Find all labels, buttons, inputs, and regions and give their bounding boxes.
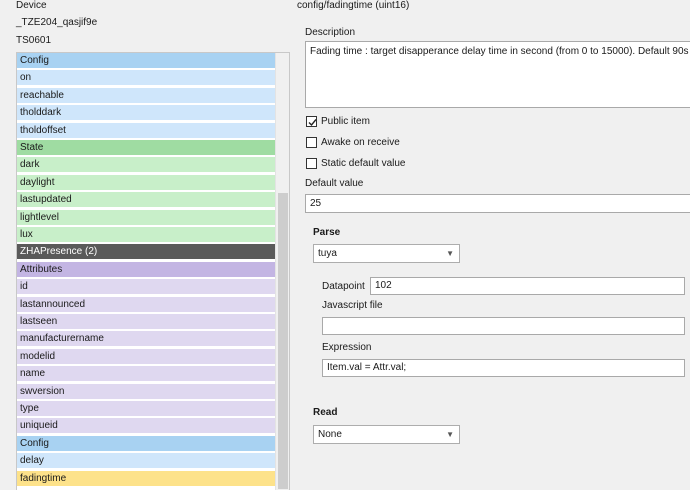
item-tree-list[interactable]: Config on reachable tholddark tholdoffset Sta… [16,52,290,490]
description-textarea[interactable]: Fading time : target disapperance delay … [305,41,690,108]
description-label: Description [305,27,356,38]
chevron-down-icon: ▼ [446,430,454,439]
tree-row[interactable]: type [17,401,275,417]
tree-row[interactable]: name [17,366,275,383]
javascript-file-input[interactable] [322,317,685,335]
tree-row[interactable]: lightlevel [17,209,275,226]
public-item-label: Public item [321,116,370,127]
default-value-input[interactable]: 25 [305,194,690,213]
tree-row[interactable]: uniqueid [17,418,275,435]
read-section-label: Read [313,407,338,418]
static-default-label: Static default value [321,158,406,169]
device-manufacturer: TS0601 [16,35,52,46]
read-select[interactable]: None ▼ [313,425,460,444]
expression-label: Expression [322,342,372,353]
parse-section-label: Parse [313,227,341,238]
read-select-value: None [318,429,342,440]
awake-on-receive-checkbox[interactable] [306,137,317,148]
datapoint-label: Datapoint [322,281,365,292]
device-model-id: _TZE204_qasjif9e [16,17,98,28]
datapoint-input[interactable]: 102 [370,277,685,295]
tree-row[interactable]: reachable [17,87,275,104]
tree-row[interactable]: Attributes [17,261,275,278]
tree-row[interactable]: State [17,140,275,156]
tree-row[interactable]: swversion [17,383,275,400]
awake-on-receive-label: Awake on receive [321,137,400,148]
static-default-checkbox[interactable] [306,158,317,169]
tree-row[interactable]: lastannounced [17,296,275,313]
tree-row[interactable]: ZHAPresence (2) [17,244,275,261]
tree-row[interactable]: Config [17,435,275,452]
tree-row[interactable]: delay [17,453,275,470]
tree-row[interactable]: lastupdated [17,192,275,209]
tree-row[interactable]: Config [17,53,275,69]
tree-row[interactable]: fadingtime [17,470,275,487]
tree-scrollbar[interactable] [275,53,289,490]
tree-row[interactable]: on [17,70,275,87]
device-header-label: Device [16,0,47,11]
tree-row[interactable]: lux [17,227,275,243]
tree-row[interactable]: dark [17,157,275,174]
public-item-checkbox[interactable] [306,116,317,127]
item-title: config/fadingtime (uint16) [297,0,410,11]
tree-row[interactable]: manufacturername [17,331,275,348]
tree-row[interactable]: id [17,279,275,296]
tree-row[interactable]: tholddark [17,105,275,122]
tree-row[interactable]: daylight [17,174,275,191]
tree-row[interactable]: modelid [17,348,275,365]
expression-input[interactable]: Item.val = Attr.val; [322,359,685,377]
default-value-label: Default value [305,178,364,189]
tree-scrollbar-thumb[interactable] [278,193,288,489]
tree-row[interactable]: lastseen [17,314,275,330]
tree-row[interactable]: tholdoffset [17,122,275,139]
checkmark-icon [308,119,317,127]
chevron-down-icon: ▼ [446,249,454,258]
parse-select-value: tuya [318,248,337,259]
parse-select[interactable]: tuya ▼ [313,244,460,263]
javascript-file-label: Javascript file [322,300,383,311]
